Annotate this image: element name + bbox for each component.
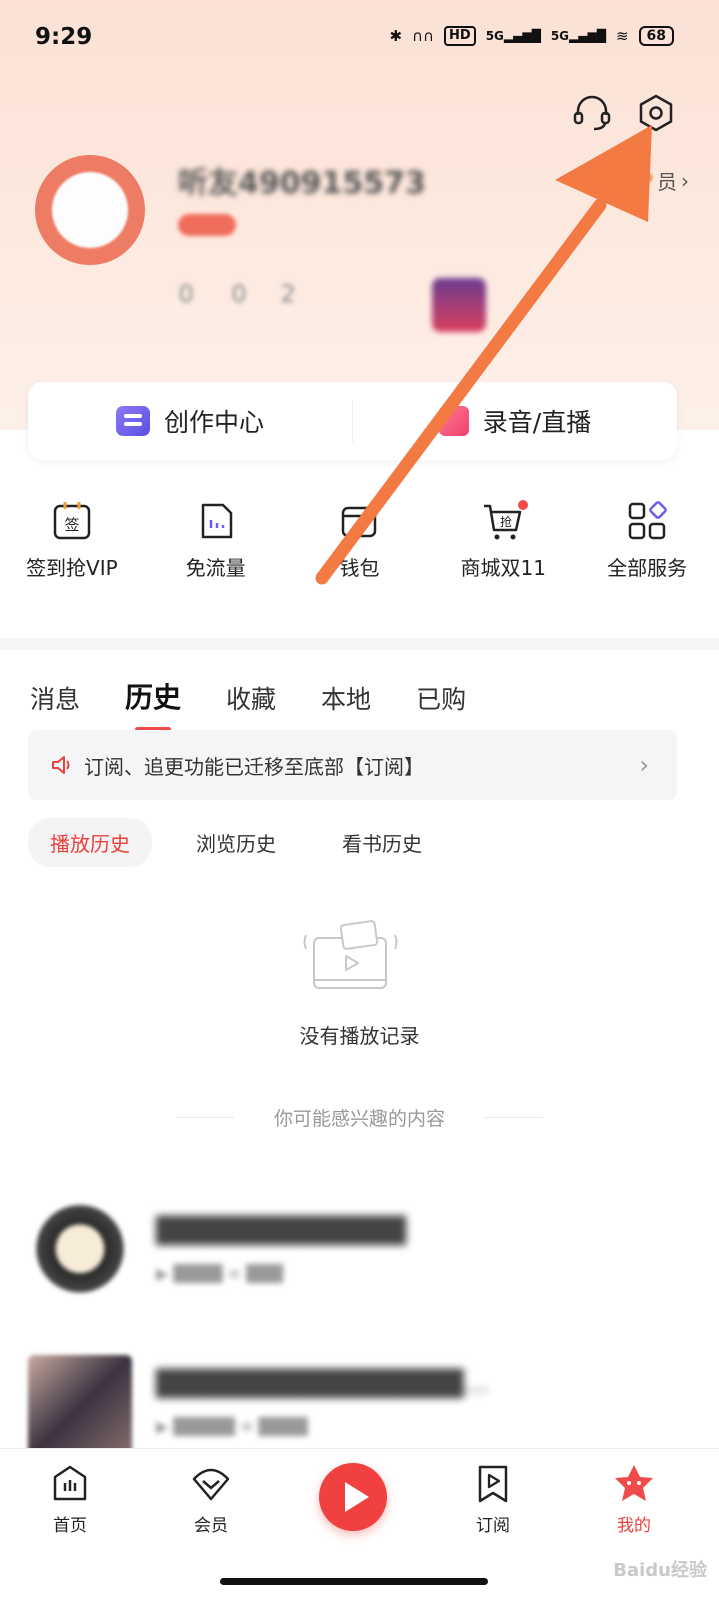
vip-label: 员 [657, 170, 677, 194]
new-dot [518, 500, 529, 510]
subtab-play-history[interactable]: 播放历史 [28, 818, 152, 867]
service-label: 全部服务 [607, 556, 688, 580]
home-indicator[interactable] [220, 1578, 488, 1585]
svg-text:抢: 抢 [500, 514, 512, 529]
watermark: Baidu经验 [613, 1560, 707, 1581]
stat-item[interactable]: 0 [175, 280, 197, 324]
service-label: 钱包 [339, 556, 380, 580]
wifi-icon: ≋ [615, 27, 629, 45]
avatar-face [52, 172, 128, 248]
divider-line [175, 1117, 234, 1118]
settings-icon[interactable] [636, 93, 676, 133]
recommend-thumbnail [28, 1202, 132, 1306]
hd-badge: HD [444, 26, 476, 46]
tab-local[interactable]: 本地 [321, 680, 371, 716]
medal-icon[interactable] [432, 278, 486, 332]
service-signin-vip[interactable]: 签 签到抢VIP [7, 500, 137, 581]
nav-subscribe[interactable]: 订阅 [453, 1463, 533, 1536]
diamond-icon [192, 1468, 230, 1501]
svg-text:签: 签 [64, 516, 79, 534]
empty-history-text: 没有播放记录 [299, 1024, 420, 1048]
bluetooth-icon: ✱ [389, 27, 403, 45]
earbuds-icon: ∩∩ [412, 27, 435, 45]
grid-icon [628, 501, 667, 540]
customer-service-icon[interactable] [572, 93, 612, 133]
tab-favorites[interactable]: 收藏 [226, 680, 276, 716]
play-button[interactable] [319, 1463, 387, 1531]
status-bar: 9:29 ✱ ∩∩ HD 5G▂▄▆█ 5G▂▄▆█ ≋ 68 [0, 0, 719, 80]
empty-history-icon [303, 920, 398, 989]
recommend-item[interactable]: █████████████ ▶ ████ ≡ ███ [28, 1202, 678, 1312]
record-live-label: 录音/直播 [482, 408, 592, 437]
badge-line[interactable] [250, 212, 430, 238]
sim-card-icon [201, 503, 232, 539]
bookmark-play-icon [478, 1465, 508, 1503]
service-label: 商城双11 [460, 556, 546, 580]
tab-purchased[interactable]: 已购 [416, 680, 466, 716]
record-live-button[interactable]: 录音/直播 [353, 403, 677, 439]
recommend-meta-blurred: ▶ ████ ≡ ███ [156, 1264, 284, 1283]
recommend-meta-blurred: ▶ █████ ≋ ████ [156, 1417, 308, 1436]
service-free-data[interactable]: 免流量 [151, 500, 281, 581]
profile-stats: 0 0 2 [175, 280, 296, 324]
star-face-icon [615, 1465, 653, 1501]
chevron-right-icon: › [681, 168, 689, 193]
divider-line [485, 1117, 543, 1118]
chevron-right-icon: › [639, 751, 649, 779]
speaker-icon [52, 756, 70, 774]
tab-history[interactable]: 历史 [125, 676, 181, 732]
avatar[interactable] [35, 155, 145, 265]
service-wallet[interactable]: 钱包 [294, 500, 424, 581]
subtab-reading-history[interactable]: 看书历史 [320, 818, 444, 867]
create-center-icon [115, 406, 150, 436]
notice-text: 订阅、追更功能已迁移至底部【订阅】 [84, 754, 424, 779]
create-center-button[interactable]: 创作中心 [28, 403, 352, 439]
service-all[interactable]: 全部服务 [582, 500, 712, 581]
create-center-label: 创作中心 [163, 408, 264, 437]
stat-item[interactable]: 0 [231, 280, 246, 324]
notice-banner[interactable]: 订阅、追更功能已迁移至底部【订阅】 › [28, 730, 677, 800]
service-label: 签到抢VIP [26, 556, 118, 580]
status-icons: ✱ ∩∩ HD 5G▂▄▆█ 5G▂▄▆█ ≋ 68 [389, 26, 674, 46]
nav-home[interactable]: 首页 [30, 1463, 110, 1536]
content-tabs: 消息 历史 收藏 本地 已购 [30, 676, 466, 732]
vip-logo: VIP [615, 168, 653, 193]
vip-entry[interactable]: VIP 员 › [615, 166, 689, 195]
recommend-thumbnail [28, 1355, 132, 1459]
nav-label: 首页 [53, 1516, 87, 1536]
signal-1-icon: 5G▂▄▆█ [485, 29, 541, 43]
service-row: 签 签到抢VIP 免流量 钱包 抢 商城双11 全部服务 [0, 500, 719, 581]
nav-member[interactable]: 会员 [171, 1463, 251, 1536]
service-label: 免流量 [185, 556, 246, 580]
stat-item[interactable]: 2 [281, 280, 296, 324]
tab-messages[interactable]: 消息 [30, 680, 80, 716]
nav-label: 会员 [194, 1516, 228, 1536]
level-badge [178, 214, 236, 236]
recommend-title: 你可能感兴趣的内容 [273, 1108, 445, 1130]
nav-label: 我的 [617, 1516, 651, 1536]
section-divider [0, 638, 719, 650]
subtab-browse-history[interactable]: 浏览历史 [174, 818, 298, 867]
wallet-icon [342, 506, 377, 538]
status-time: 9:29 [35, 24, 93, 50]
nav-label: 订阅 [476, 1516, 510, 1536]
signin-calendar-icon: 签 [53, 502, 91, 540]
service-mall[interactable]: 抢 商城双11 [438, 500, 568, 581]
recommend-header: 你可能感兴趣的内容 [0, 1104, 719, 1131]
recommend-title-blurred: ████████████████… [156, 1369, 489, 1398]
quick-action-card: 创作中心 录音/直播 [28, 382, 677, 460]
username[interactable]: 听友490915573 [178, 158, 426, 202]
home-icon [53, 1465, 87, 1501]
battery-icon: 68 [638, 26, 674, 46]
recommend-title-blurred: █████████████ [156, 1216, 406, 1245]
history-subtabs: 播放历史 浏览历史 看书历史 [28, 818, 444, 867]
signal-2-icon: 5G▂▄▆█ [550, 29, 606, 43]
record-icon [438, 406, 469, 436]
nav-me[interactable]: 我的 [594, 1463, 674, 1536]
